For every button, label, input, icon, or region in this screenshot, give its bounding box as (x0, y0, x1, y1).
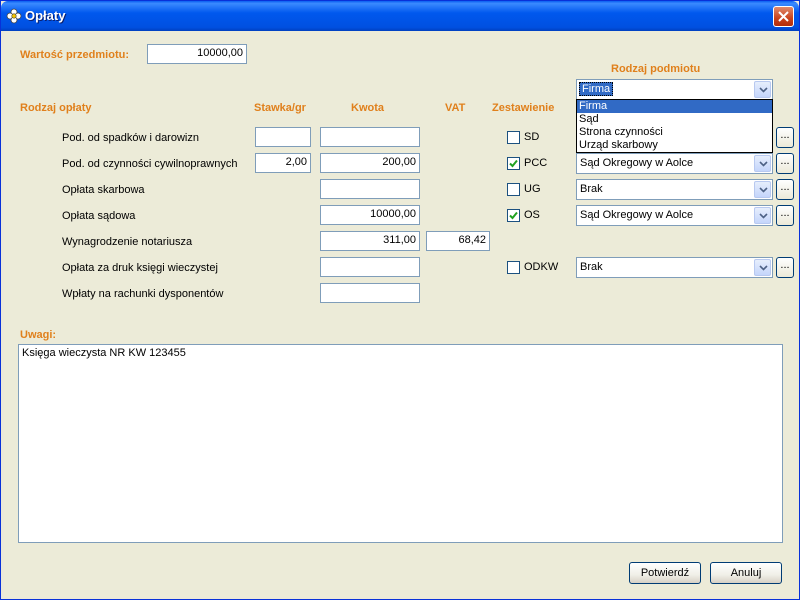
dropdown-arrow[interactable] (754, 259, 771, 276)
entity-type-selected: Firma (579, 82, 614, 96)
window-title: Opłaty (25, 8, 66, 23)
summary-code: ODKW (524, 261, 559, 273)
summary-checkbox[interactable] (507, 261, 520, 274)
entity-combo[interactable]: Sąd Okregowy w Aolce (576, 205, 773, 226)
fee-label: Wpłaty na rachunki dysponentów (62, 288, 224, 300)
summary-checkbox[interactable] (507, 183, 520, 196)
dropdown-arrow[interactable] (754, 207, 771, 224)
chevron-down-icon (759, 213, 768, 219)
entity-type-header: Rodzaj podmiotu (611, 63, 701, 75)
vat-input[interactable]: 68,42 (426, 231, 490, 251)
amount-input[interactable] (320, 257, 420, 277)
summary-code: UG (524, 183, 541, 195)
rate-header: Stawka/gr (254, 102, 306, 114)
notes-label: Uwagi: (20, 329, 57, 341)
summary-header: Zestawienie (492, 102, 555, 114)
amount-input[interactable] (320, 179, 420, 199)
summary-code: SD (524, 131, 540, 143)
browse-button[interactable]: ... (776, 257, 794, 278)
browse-button[interactable]: ... (776, 205, 794, 226)
notes-text: Księga wieczysta NR KW 123455 (22, 347, 186, 359)
entity-type-combo[interactable]: Firma (576, 79, 773, 100)
amount-header: Kwota (351, 102, 384, 114)
amount-input[interactable]: 311,00 (320, 231, 420, 251)
cancel-button[interactable]: Anuluj (710, 562, 782, 584)
chevron-down-icon (759, 161, 768, 167)
notes-textarea[interactable]: Księga wieczysta NR KW 123455 (18, 344, 783, 543)
entity-type-dropdown-list: Firma Sąd Strona czynności Urząd skarbow… (576, 99, 773, 153)
summary-code: OS (524, 209, 540, 221)
app-flower-icon (6, 8, 22, 24)
dropdown-arrow[interactable] (754, 155, 771, 172)
chevron-down-icon (759, 187, 768, 193)
summary-checkbox[interactable] (507, 209, 520, 222)
dropdown-option[interactable]: Urząd skarbowy (577, 139, 772, 152)
fees-dialog: Opłaty Wartość przedmiotu: 10000,00 Rodz… (0, 0, 800, 600)
close-icon (778, 11, 789, 22)
fee-label: Wynagrodzenie notariusza (62, 236, 193, 248)
summary-checkbox[interactable] (507, 131, 520, 144)
checkmark-icon (509, 159, 518, 168)
amount-input[interactable] (320, 127, 420, 147)
title-bar[interactable]: Opłaty (1, 1, 799, 31)
entity-combo[interactable]: Sąd Okregowy w Aolce (576, 153, 773, 174)
fee-label: Opłata za druk księgi wieczystej (62, 262, 218, 274)
fee-type-header: Rodzaj opłaty (20, 102, 92, 114)
chevron-down-icon (759, 87, 768, 93)
entity-combo-value: Brak (580, 261, 603, 273)
browse-button[interactable]: ... (776, 153, 794, 174)
fee-label: Opłata skarbowa (62, 184, 145, 196)
entity-combo-value: Brak (580, 183, 603, 195)
fee-label: Opłata sądowa (62, 210, 136, 222)
chevron-down-icon (759, 265, 768, 271)
confirm-button[interactable]: Potwierdź (629, 562, 701, 584)
rate-input[interactable]: 2,00 (255, 153, 311, 173)
entity-combo[interactable]: Brak (576, 257, 773, 278)
summary-checkbox[interactable] (507, 157, 520, 170)
browse-button[interactable]: ... (776, 179, 794, 200)
dropdown-option[interactable]: Firma (577, 100, 772, 113)
dropdown-option[interactable]: Strona czynności (577, 126, 772, 139)
fee-label: Pod. od czynności cywilnoprawnych (62, 158, 238, 170)
entity-combo-value: Sąd Okregowy w Aolce (580, 209, 694, 221)
amount-input[interactable]: 10000,00 (320, 205, 420, 225)
amount-input[interactable]: 200,00 (320, 153, 420, 173)
dropdown-arrow[interactable] (754, 81, 771, 98)
fee-label: Pod. od spadków i darowizn (62, 132, 199, 144)
amount-input[interactable] (320, 283, 420, 303)
dropdown-option[interactable]: Sąd (577, 113, 772, 126)
entity-combo-value: Sąd Okregowy w Aolce (580, 157, 694, 169)
entity-combo[interactable]: Brak (576, 179, 773, 200)
rate-input[interactable] (255, 127, 311, 147)
dropdown-arrow[interactable] (754, 181, 771, 198)
browse-button[interactable]: ... (776, 127, 794, 148)
summary-code: PCC (524, 157, 548, 169)
close-button[interactable] (773, 6, 794, 27)
subject-value-label: Wartość przedmiotu: (20, 49, 129, 61)
vat-header: VAT (445, 102, 466, 114)
subject-value-input[interactable]: 10000,00 (147, 44, 247, 64)
checkmark-icon (509, 211, 518, 220)
